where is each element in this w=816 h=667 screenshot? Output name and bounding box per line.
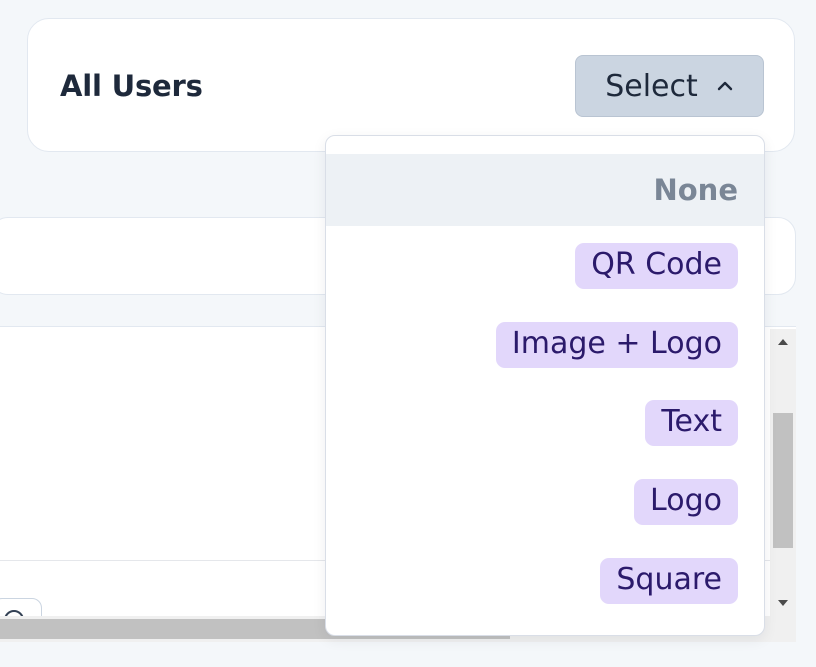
option-chip-label: Text	[645, 400, 738, 446]
page-title: All Users	[60, 69, 203, 103]
select-button-label: Select	[605, 68, 698, 104]
select-dropdown-menu: None QR Code Image + Logo Text Logo Squa…	[325, 135, 765, 636]
vertical-scroll-thumb[interactable]	[773, 413, 793, 548]
option-text[interactable]: Text	[326, 387, 764, 459]
option-chip-label: Logo	[634, 479, 738, 525]
vertical-scrollbar[interactable]	[770, 329, 796, 616]
option-none[interactable]: None	[326, 154, 764, 226]
arrow-up-icon[interactable]	[778, 339, 788, 345]
option-square[interactable]: Square	[326, 545, 764, 617]
option-chip-label: Image + Logo	[495, 322, 738, 368]
option-logo[interactable]: Logo	[326, 466, 764, 538]
option-image-logo[interactable]: Image + Logo	[326, 309, 764, 381]
chevron-up-icon	[716, 77, 734, 95]
arrow-down-icon[interactable]	[778, 600, 788, 606]
option-none-label: None	[653, 173, 738, 207]
header-card: All Users Select	[27, 18, 795, 152]
option-qr-code[interactable]: QR Code	[326, 230, 764, 302]
select-dropdown-button[interactable]: Select	[575, 55, 764, 117]
option-chip-label: Square	[600, 558, 738, 604]
option-chip-label: QR Code	[575, 243, 738, 289]
